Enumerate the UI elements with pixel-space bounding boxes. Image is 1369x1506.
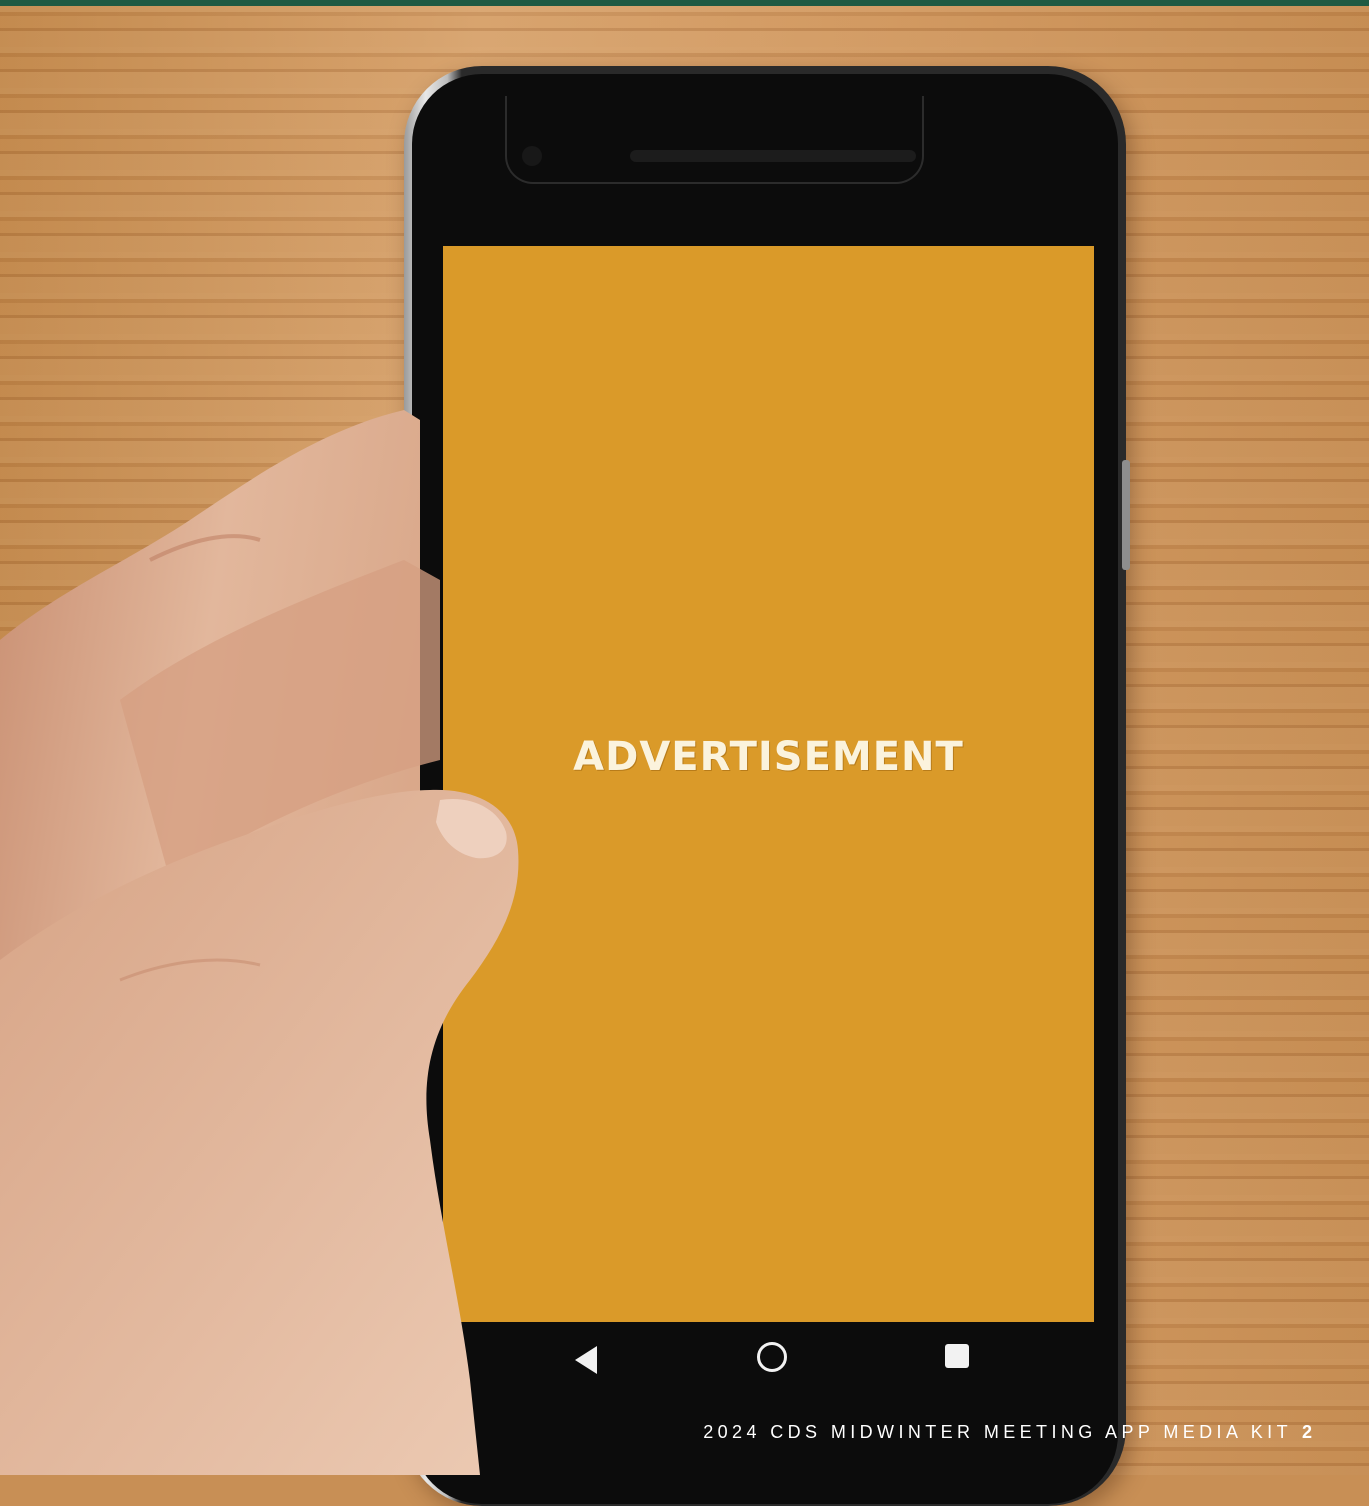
advertisement-label: ADVERTISEMENT [573,734,964,780]
page-number: 2 [1301,1422,1312,1442]
phone-side-button [1122,460,1130,570]
phone-screen[interactable]: ADVERTISEMENT [443,246,1094,1322]
home-icon[interactable] [757,1342,787,1372]
phone-notch [505,96,924,184]
back-icon[interactable] [575,1346,597,1374]
front-camera-icon [522,146,542,166]
earpiece-speaker [630,150,916,162]
recents-icon[interactable] [945,1344,969,1368]
footer-title: 2024 CDS MIDWINTER MEETING APP MEDIA KIT [703,1422,1292,1442]
android-navigation-bar [443,1322,1094,1412]
footer-caption: 2024 CDS MIDWINTER MEETING APP MEDIA KIT… [600,1422,1312,1443]
